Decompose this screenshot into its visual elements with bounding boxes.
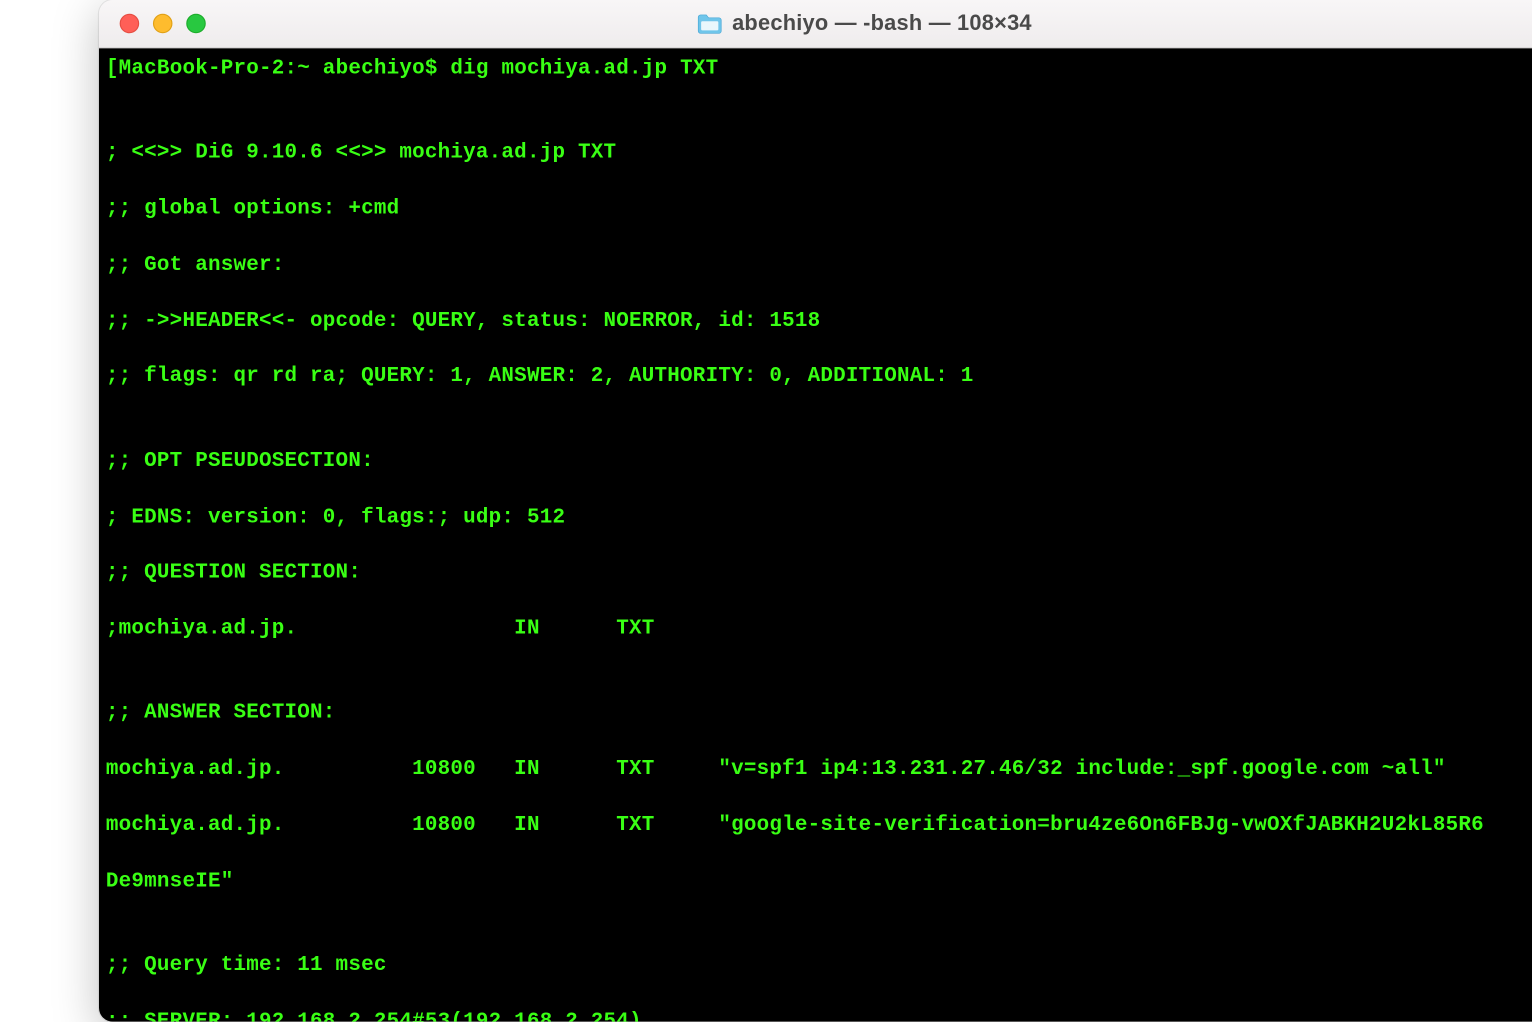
maximize-button[interactable] — [186, 14, 206, 34]
window-title: abechiyo — -bash — 108×34 — [732, 11, 1032, 36]
output-line: ; <<>> DiG 9.10.6 <<>> mochiya.ad.jp TXT — [106, 139, 1532, 167]
output-line: ;; ANSWER SECTION: — [106, 700, 1532, 728]
output-line: ;mochiya.ad.jp. IN TXT — [106, 615, 1532, 643]
output-line: De9mnseIE" — [106, 868, 1532, 896]
output-line: ;; Got answer: — [106, 251, 1532, 279]
output-line: mochiya.ad.jp. 10800 IN TXT "v=spf1 ip4:… — [106, 756, 1532, 784]
prompt: MacBook-Pro-2:~ abechiyo$ — [119, 57, 451, 80]
minimize-button[interactable] — [153, 14, 173, 34]
output-line: ;; ->>HEADER<<- opcode: QUERY, status: N… — [106, 307, 1532, 335]
title-center: abechiyo — -bash — 108×34 — [99, 11, 1532, 36]
output-line: ;; OPT PSEUDOSECTION: — [106, 447, 1532, 475]
output-line: ;; global options: +cmd — [106, 195, 1532, 223]
terminal-body[interactable]: [MacBook-Pro-2:~ abechiyo$ dig mochiya.a… — [99, 48, 1532, 1022]
folder-icon — [698, 13, 723, 34]
traffic-lights — [99, 14, 206, 34]
output-line: mochiya.ad.jp. 10800 IN TXT "google-site… — [106, 812, 1532, 840]
output-line: ;; Query time: 11 msec — [106, 952, 1532, 980]
output-line: ;; SERVER: 192.168.2.254#53(192.168.2.25… — [106, 1008, 1532, 1022]
terminal-window: abechiyo — -bash — 108×34 [MacBook-Pro-2… — [99, 0, 1532, 1022]
output-line: ; EDNS: version: 0, flags:; udp: 512 — [106, 503, 1532, 531]
prompt-open-bracket: [ — [106, 57, 119, 80]
output-line: ;; flags: qr rd ra; QUERY: 1, ANSWER: 2,… — [106, 363, 1532, 391]
command: dig mochiya.ad.jp TXT — [450, 57, 718, 80]
output-line: ;; QUESTION SECTION: — [106, 559, 1532, 587]
close-button[interactable] — [120, 14, 140, 34]
titlebar[interactable]: abechiyo — -bash — 108×34 — [99, 0, 1532, 48]
